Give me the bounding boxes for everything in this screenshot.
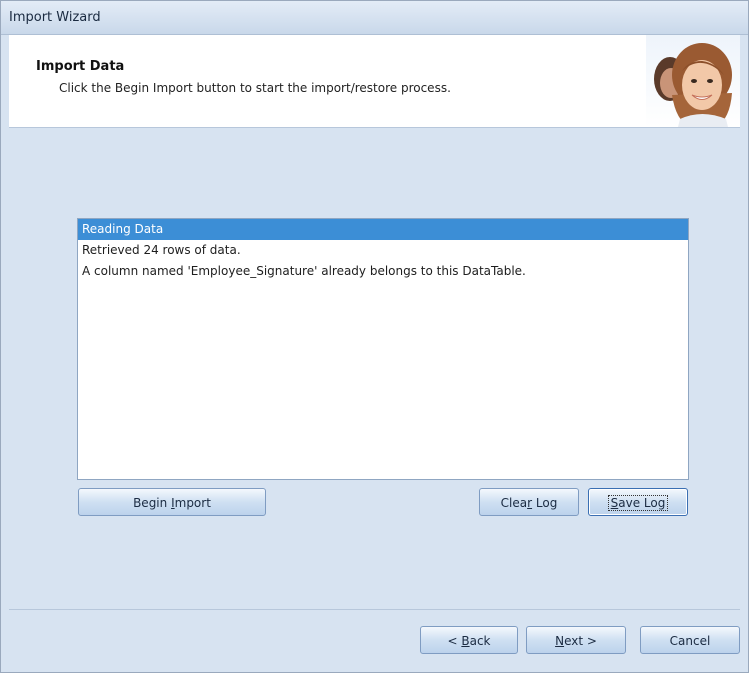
- import-log-list[interactable]: Reading Data Retrieved 24 rows of data. …: [77, 218, 689, 480]
- header-divider: [9, 127, 740, 128]
- save-log-label: Save Log: [607, 495, 669, 511]
- clear-log-button[interactable]: Clear Log: [479, 488, 579, 516]
- next-label: Next >: [555, 634, 597, 648]
- next-button[interactable]: Next >: [526, 626, 626, 654]
- wizard-portrait-icon: [646, 35, 740, 127]
- save-log-button[interactable]: Save Log: [588, 488, 688, 516]
- cancel-button[interactable]: Cancel: [640, 626, 740, 654]
- begin-import-label: Begin Import: [133, 496, 211, 510]
- title-bar[interactable]: Import Wizard: [1, 1, 748, 35]
- log-entry[interactable]: A column named 'Employee_Signature' alre…: [78, 261, 688, 282]
- page-description: Click the Begin Import button to start t…: [59, 81, 451, 95]
- wizard-header: Import Data Click the Begin Import butto…: [9, 35, 740, 127]
- log-entry[interactable]: Retrieved 24 rows of data.: [78, 240, 688, 261]
- page-title: Import Data: [36, 59, 125, 74]
- log-entry[interactable]: Reading Data: [78, 219, 688, 240]
- clear-log-label: Clear Log: [500, 496, 558, 510]
- window-title: Import Wizard: [9, 10, 101, 25]
- begin-import-button[interactable]: Begin Import: [78, 488, 266, 516]
- import-wizard-window: Import Wizard Import Data Click the Begi…: [0, 0, 749, 673]
- footer-divider: [9, 609, 740, 610]
- back-label: < Back: [447, 634, 491, 648]
- back-button[interactable]: < Back: [420, 626, 518, 654]
- cancel-label: Cancel: [669, 634, 711, 648]
